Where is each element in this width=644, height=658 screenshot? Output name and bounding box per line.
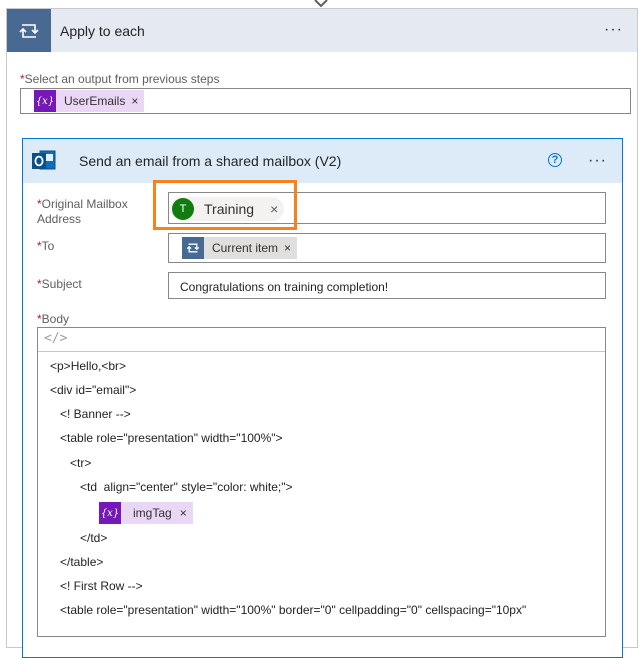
- img-tag-token[interactable]: {x} imgTag ×: [99, 502, 193, 524]
- code-line: <table role="presentation" width="100%" …: [60, 603, 527, 617]
- user-emails-token[interactable]: {x} UserEmails ×: [34, 90, 145, 112]
- outlook-icon: [32, 150, 56, 170]
- apply-to-each-header[interactable]: Apply to each ···: [7, 9, 637, 52]
- subject-value: Congratulations on training completion!: [180, 280, 389, 294]
- body-editor-toolbar: </>: [38, 328, 605, 352]
- connector-arrow-icon: [314, 0, 328, 8]
- loop-icon: [182, 237, 204, 259]
- output-field-label: *Select an output from previous steps: [20, 72, 220, 86]
- current-item-token[interactable]: Current item ×: [182, 237, 298, 259]
- code-line: <p>Hello,<br>: [50, 359, 127, 373]
- body-field-label: *Body: [37, 312, 70, 326]
- code-line: <td align="center" style="color: white;"…: [80, 480, 293, 494]
- help-icon[interactable]: ?: [548, 153, 562, 167]
- code-line: </table>: [60, 555, 104, 569]
- code-view-toggle-icon[interactable]: </>: [44, 331, 67, 346]
- send-email-action-header[interactable]: Send an email from a shared mailbox (V2)…: [23, 139, 622, 183]
- loop-icon: [7, 9, 51, 52]
- remove-img-tag-icon[interactable]: ×: [180, 506, 193, 520]
- expression-icon: {x}: [99, 502, 121, 524]
- apply-to-each-more-options-icon[interactable]: ···: [604, 22, 623, 38]
- expression-icon: {x}: [34, 90, 56, 112]
- send-email-action-title: Send an email from a shared mailbox (V2): [79, 153, 342, 169]
- subject-field-label: *Subject: [37, 277, 82, 291]
- remove-user-emails-icon[interactable]: ×: [131, 94, 144, 108]
- send-email-more-options-icon[interactable]: ···: [588, 153, 607, 169]
- code-line: <! First Row -->: [60, 579, 143, 593]
- code-line: <table role="presentation" width="100%">: [60, 431, 283, 445]
- code-line: <! Banner -->: [60, 407, 131, 421]
- code-line: <div id="email">: [50, 383, 137, 397]
- annotation-highlight-box: [153, 180, 297, 230]
- code-line: </td>: [80, 531, 108, 545]
- apply-to-each-title: Apply to each: [60, 23, 145, 39]
- mailbox-field-label: *Original Mailbox Address: [37, 197, 128, 226]
- remove-current-item-icon[interactable]: ×: [284, 241, 297, 255]
- code-line: <tr>: [70, 456, 92, 470]
- to-field-label: *To: [37, 239, 55, 253]
